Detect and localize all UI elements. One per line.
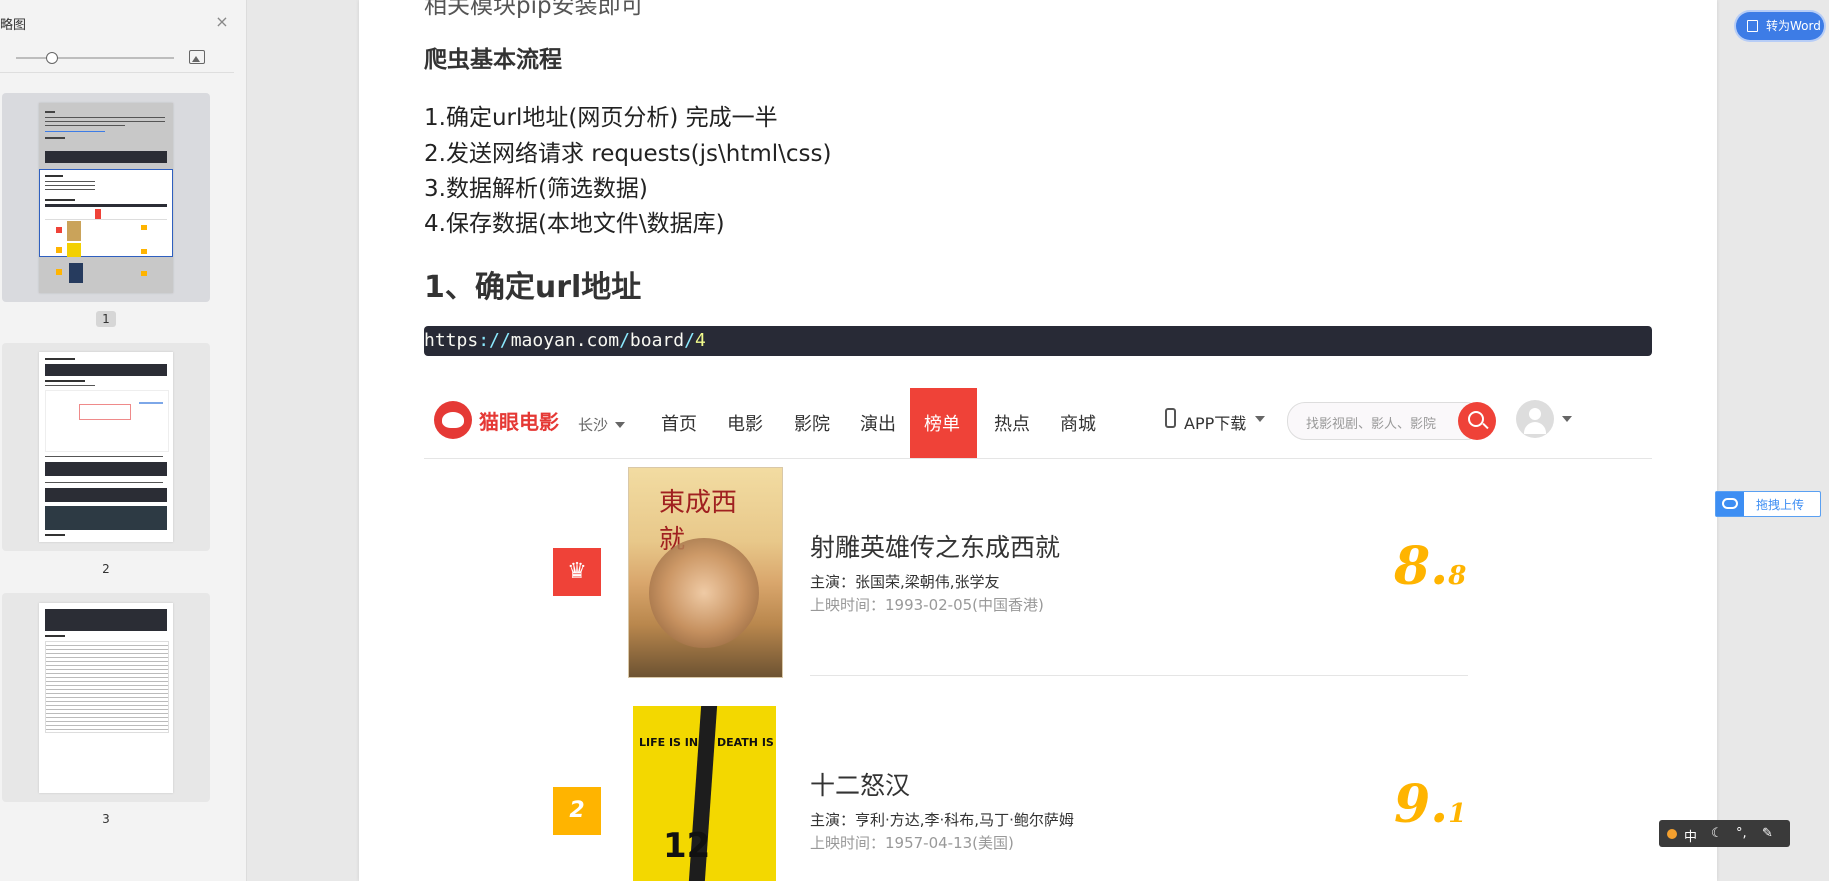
thumbnail-page-2[interactable] (2, 343, 210, 551)
app-download: APP下载 (1184, 414, 1247, 433)
movie-poster: 東成西就 (628, 467, 783, 678)
cutoff-text: 相关模块pip安装即可 (424, 0, 644, 19)
avatar (1516, 400, 1554, 438)
nav-item-home: 首页 (661, 414, 697, 435)
moon-icon[interactable]: ☾ (1711, 826, 1723, 841)
ime-logo-icon[interactable] (1667, 829, 1677, 839)
movie-release: 上映时间：1993-02-05(中国香港) (810, 596, 1044, 614)
thumbnail-page-number: 3 (102, 812, 110, 826)
section-heading: 1、确定url地址 (424, 270, 642, 305)
ime-language-toggle[interactable]: 中 (1684, 826, 1697, 845)
url-separator: :// (478, 330, 511, 351)
thumbnail-page-number: 1 (2, 311, 210, 327)
image-icon[interactable] (189, 50, 205, 64)
nav-item-mall: 商城 (1060, 414, 1096, 435)
search-placeholder: 找影视剧、影人、影院 (1306, 417, 1437, 432)
thumbnail-preview (39, 103, 173, 293)
thumbnail-preview (39, 603, 173, 793)
rank-badge: 2 (553, 787, 601, 835)
punctuation-icon[interactable]: °, (1736, 826, 1747, 841)
thumbnail-page-number: 2 (102, 562, 110, 576)
zoom-slider-handle[interactable] (46, 52, 58, 64)
nav-item-cinemas: 影院 (794, 414, 830, 435)
thumbnail-page-1[interactable] (2, 93, 210, 302)
maoyan-navbar: 猫眼电影 长沙 首页 电影 影院 演出 榜单 热点 商城 APP下载 找影视剧、… (424, 382, 1652, 459)
thumbnail-sidebar: 略图 × 1 2 3 (0, 0, 247, 881)
chevron-down-icon (1255, 416, 1265, 422)
thumbnail-page-3[interactable] (2, 593, 210, 802)
close-icon[interactable]: × (214, 14, 230, 30)
movie-score: 8.8 (1394, 536, 1467, 597)
movie-title: 十二怒汉 (810, 771, 911, 800)
maoyan-search-box: 找影视剧、影人、影院 (1287, 402, 1484, 440)
movie-stars: 主演：亨利·方达,李·科布,马丁·鲍尔萨姆 (810, 811, 1074, 829)
convert-to-word-button[interactable]: 转为Word (1736, 12, 1824, 40)
phone-icon (1165, 408, 1176, 428)
wrench-icon[interactable]: ✎ (1762, 826, 1773, 841)
nav-item-board-active: 榜单 (910, 388, 977, 458)
movie-poster: LIFE IS IN DEATH IS 12 (633, 706, 776, 881)
chevron-down-icon (615, 422, 625, 428)
drag-upload-button[interactable]: 拖拽上传 (1715, 491, 1821, 517)
cloud-icon (1716, 492, 1744, 516)
movie-title: 射雕英雄传之东成西就 (810, 533, 1061, 562)
convert-to-word-label: 转为Word (1766, 19, 1821, 33)
rank-badge: ♛ (553, 548, 601, 596)
url-number: 4 (694, 330, 706, 351)
row-divider (810, 675, 1468, 676)
step-item: 3.数据解析(筛选数据) (424, 176, 648, 202)
nav-item-movies: 电影 (727, 414, 763, 435)
movie-release: 上映时间：1957-04-13(美国) (810, 834, 1014, 852)
search-icon (1458, 402, 1496, 440)
step-item: 4.保存数据(本地文件\数据库) (424, 211, 725, 237)
movie-stars: 主演：张国荣,梁朝伟,张学友 (810, 573, 1000, 591)
nav-item-hot: 热点 (994, 414, 1030, 435)
url-separator: / (619, 330, 630, 351)
sidebar-divider (0, 72, 234, 73)
chevron-down-icon (1562, 416, 1572, 422)
url-scheme: https (424, 330, 479, 351)
ime-toolbar[interactable]: 中 ☾ °, ✎ (1659, 820, 1790, 847)
drag-upload-label: 拖拽上传 (1756, 498, 1805, 512)
flow-heading: 爬虫基本流程 (424, 46, 562, 73)
zoom-slider-track[interactable] (16, 57, 174, 59)
code-block: https://maoyan.com/board/4 (424, 326, 1652, 356)
url-separator: / (684, 330, 695, 351)
url-path: board (629, 330, 685, 351)
nav-item-shows: 演出 (860, 414, 896, 435)
maoyan-logo-icon (434, 401, 472, 439)
city-selector: 长沙 (578, 416, 609, 434)
sidebar-title: 略图 (0, 18, 27, 33)
url-host: maoyan.com (510, 330, 620, 351)
maoyan-brand: 猫眼电影 (479, 410, 559, 434)
document-page: 相关模块pip安装即可 爬虫基本流程 1.确定url地址(网页分析) 完成一半 … (359, 0, 1717, 881)
word-icon (1747, 20, 1758, 32)
movie-score: 9.1 (1394, 774, 1467, 835)
step-item: 2.发送网络请求 requests(js\html\css) (424, 141, 832, 167)
step-item: 1.确定url地址(网页分析) 完成一半 (424, 105, 778, 131)
thumbnail-preview (39, 352, 173, 542)
